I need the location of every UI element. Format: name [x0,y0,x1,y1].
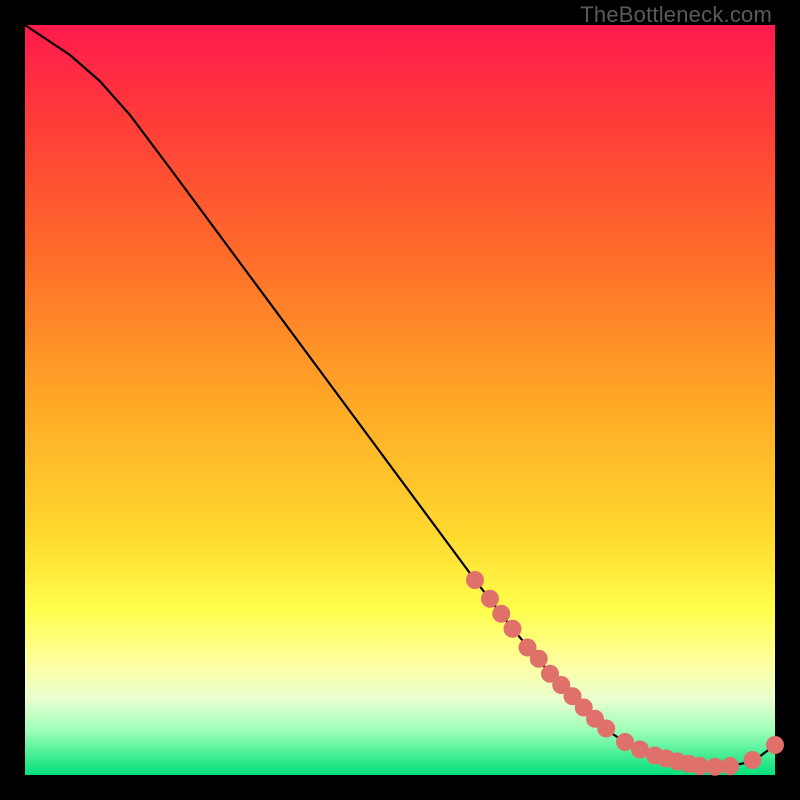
highlight-dot [504,620,522,638]
plot-area [25,25,775,775]
highlight-dot [597,720,615,738]
highlight-dot [492,605,510,623]
highlight-dot [466,571,484,589]
highlight-dot [530,650,548,668]
highlight-dot [481,590,499,608]
chart-frame: TheBottleneck.com [0,0,800,800]
highlight-dot [721,757,739,775]
bottleneck-curve [25,25,775,767]
chart-svg [25,25,775,775]
highlight-dot [744,751,762,769]
highlight-dots [466,571,784,776]
highlight-dot [766,736,784,754]
